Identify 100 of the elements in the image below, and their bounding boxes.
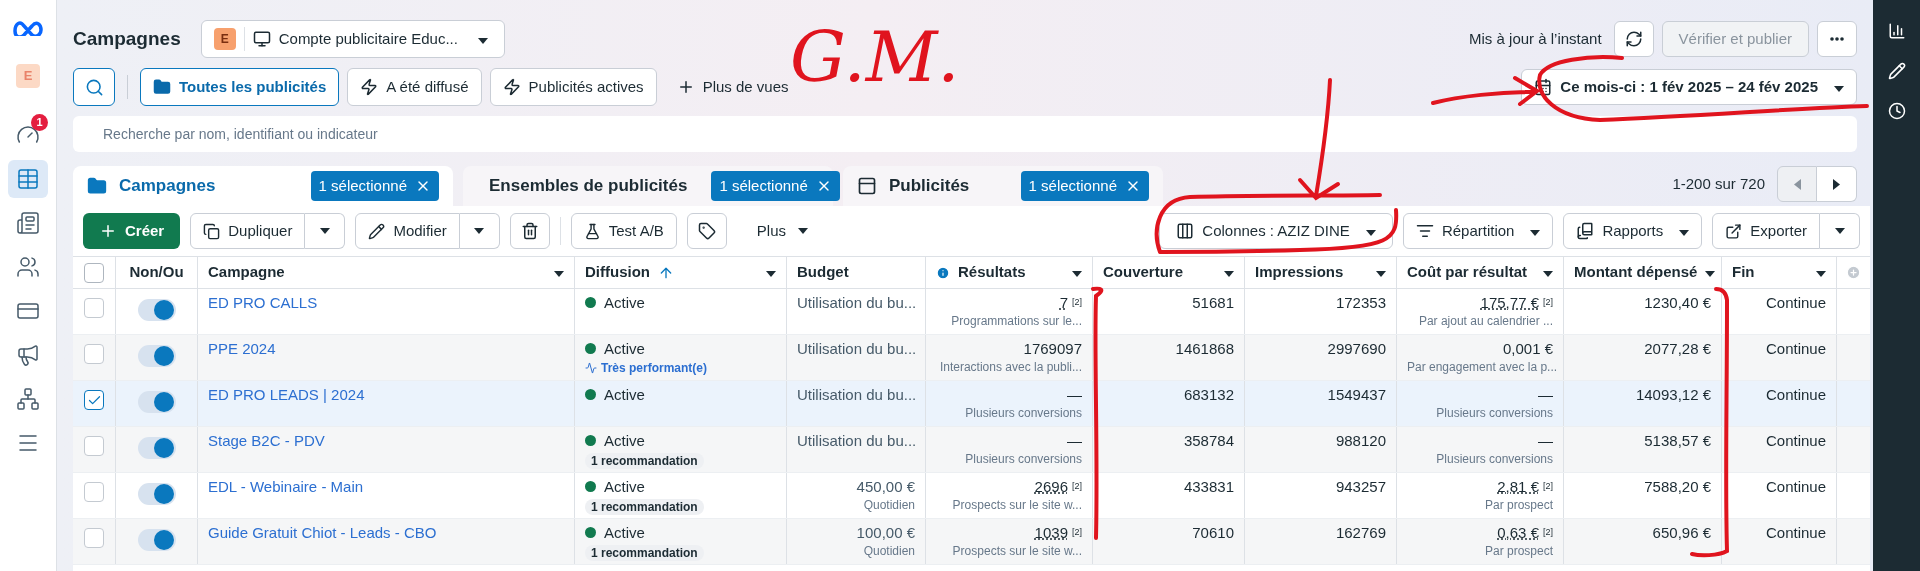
amount-spent: 5138,57 €	[1644, 432, 1711, 449]
amount-spent: 650,96 €	[1652, 524, 1711, 541]
view-filter[interactable]: Toutes les publicités	[140, 68, 340, 106]
caret-icon	[1072, 271, 1082, 278]
table-row[interactable]: Guide Gratuit Chiot - Leads - CBO Active 1 recommandation 100,00 € Quotidien 1039 [2] Prospects sur le site w... 70610 162769 0,63 € [2] Par prospect 650,96 € Continue	[73, 519, 1870, 565]
tab-label: Campagnes	[119, 175, 216, 198]
campaign-link[interactable]: ED PRO LEADS | 2024	[208, 386, 365, 403]
row-checkbox[interactable]	[84, 482, 104, 502]
more-actions-button[interactable]: Plus	[736, 213, 828, 249]
select-all-checkbox[interactable]	[84, 262, 104, 283]
sidebar-item[interactable]	[8, 160, 48, 198]
date-range-button[interactable]: Ce mois-ci : 1 fév 2025 – 24 fév 2025	[1521, 69, 1857, 105]
tab-label: Publicités	[889, 175, 970, 198]
clock-icon[interactable]	[1887, 102, 1906, 120]
reports-button[interactable]: Rapports	[1563, 213, 1703, 249]
row-checkbox[interactable]	[84, 436, 104, 456]
amount-spent: 2077,28 €	[1644, 340, 1711, 357]
campaign-link[interactable]: Guide Gratuit Chiot - Leads - CBO	[208, 524, 437, 541]
column-header[interactable]: Impressions	[1245, 257, 1397, 288]
refresh-button[interactable]	[1613, 21, 1654, 57]
tab[interactable]: Publicités 1 sélectionné	[843, 166, 1163, 206]
pages-icon	[16, 211, 40, 235]
caret-icon	[1224, 271, 1234, 278]
duplicate-button[interactable]: Dupliquer	[190, 213, 306, 249]
people-icon	[16, 255, 40, 279]
table-row[interactable]: EDL - Webinaire - Main Active 1 recommandation 450,00 € Quotidien 2696 [2] Prospects sur le site w... 433831 943257 2,81 € [2] Par prospect 7588,20 € Continue	[73, 473, 1870, 519]
caret-icon	[1679, 229, 1690, 236]
export-button[interactable]: Exporter	[1712, 213, 1820, 249]
end-date: Continue	[1765, 478, 1826, 495]
amount-spent: 14093,12 €	[1635, 386, 1711, 403]
delivery-status: Active	[604, 293, 645, 312]
pencil-icon	[368, 222, 386, 240]
tab[interactable]: Campagnes 1 sélectionné	[73, 166, 453, 206]
edit-button[interactable]: Modifier	[355, 213, 460, 249]
campaign-link[interactable]: ED PRO CALLS	[208, 294, 318, 311]
breakdown-button[interactable]: Répartition	[1402, 213, 1554, 249]
lightning-icon	[502, 78, 521, 96]
notification-badge: 1	[31, 114, 48, 131]
campaign-link[interactable]: EDL - Webinaire - Main	[208, 478, 364, 495]
toggle-switch[interactable]	[137, 437, 176, 459]
tag-button[interactable]	[686, 213, 727, 249]
toggle-switch[interactable]	[137, 529, 176, 551]
window-icon	[857, 176, 877, 196]
table-row[interactable]: Stage B2C - PDV Active 1 recommandation Utilisation du bu... — Plusieurs conversions 358784 988120 — Plusieurs conversions 5138,57 € Continue	[73, 427, 1870, 473]
campaign-link[interactable]: PPE 2024	[208, 340, 276, 357]
view-filter[interactable]: A été diffusé	[347, 68, 482, 106]
search-input[interactable]: Recherche par nom, identifiant ou indicateur	[103, 123, 1827, 145]
campaign-link[interactable]: Stage B2C - PDV	[208, 432, 325, 449]
column-header[interactable]: Fin	[1722, 257, 1837, 288]
more-button[interactable]	[1817, 21, 1857, 57]
reach-value: 1461868	[1175, 340, 1234, 357]
edit-menu-button[interactable]	[459, 213, 500, 249]
column-header[interactable]: Couverture	[1093, 257, 1245, 288]
delivery-status: Active	[604, 385, 645, 404]
view-filter[interactable]: Publicités actives	[489, 68, 657, 106]
search-button[interactable]	[73, 68, 115, 106]
impressions-value: 2997690	[1327, 340, 1386, 357]
impressions-value: 172353	[1335, 294, 1386, 311]
toggle-switch[interactable]	[137, 345, 176, 367]
column-header[interactable]: Coût par résultat	[1397, 257, 1564, 288]
table-row[interactable]: PPE 2024 Active Très performant(e) Utilisation du bu... 1769097 Interactions avec la publi... 1461868 2997690 0,001 € Par engagement avec la p... 2077,28 € Continue	[73, 335, 1870, 381]
delivery-status: Active	[604, 477, 645, 496]
row-checkbox[interactable]	[84, 390, 104, 410]
ab-test-button[interactable]: Test A/B	[570, 213, 677, 249]
account-selector[interactable]: E Compte publicitaire Educ...	[200, 20, 505, 58]
caret-icon	[798, 228, 808, 234]
account-initial: E	[213, 28, 236, 50]
impressions-value: 988120	[1335, 432, 1386, 449]
result-value: 7	[1059, 293, 1068, 312]
column-header[interactable]: Budget	[787, 257, 926, 288]
toggle-switch[interactable]	[137, 391, 176, 413]
bar-chart-icon[interactable]	[1887, 22, 1906, 40]
column-header[interactable]: Résultats	[926, 257, 1093, 288]
reach-value: 358784	[1183, 432, 1234, 449]
cost-value: 2,81 €	[1497, 477, 1539, 496]
create-button[interactable]: Créer	[83, 213, 181, 249]
columns-button[interactable]: Colonnes : AZIZ DINE	[1159, 213, 1393, 249]
toggle-switch[interactable]	[137, 299, 176, 321]
column-header[interactable]: Diffusion	[575, 257, 787, 288]
sidebar-item[interactable]: 1	[8, 116, 48, 154]
duplicate-menu-button[interactable]	[305, 213, 346, 249]
export-menu-button[interactable]	[1820, 213, 1860, 249]
delete-button[interactable]	[509, 213, 550, 249]
network-icon	[16, 387, 40, 411]
caret-icon	[1376, 271, 1386, 278]
impressions-value: 162769	[1335, 524, 1386, 541]
row-checkbox[interactable]	[84, 298, 104, 318]
cost-value: —	[1538, 431, 1553, 450]
next-page-button[interactable]	[1817, 166, 1857, 202]
column-header[interactable]: Non/Ou	[116, 257, 198, 288]
table-row[interactable]: ED PRO CALLS Active Utilisation du bu... 7 [2] Programmations sur le... 51681 172353 175,77 € [2] Par ajout au calendrier ... 1230,40 € Continue	[73, 289, 1870, 335]
folder-icon	[87, 176, 107, 196]
column-header[interactable]: Campagne	[198, 257, 575, 288]
column-header[interactable]: Montant dépensé	[1564, 257, 1722, 288]
search-field[interactable]: Recherche par nom, identifiant ou indicateur	[73, 116, 1857, 152]
pencil-icon[interactable]	[1887, 62, 1906, 80]
toggle-switch[interactable]	[137, 483, 176, 505]
row-checkbox[interactable]	[84, 344, 104, 364]
row-checkbox[interactable]	[84, 528, 104, 548]
table-row[interactable]: ED PRO LEADS | 2024 Active Utilisation du bu... — Plusieurs conversions 683132 1549437 — Plusieurs conversions 14093,12 € Continue	[73, 381, 1870, 427]
